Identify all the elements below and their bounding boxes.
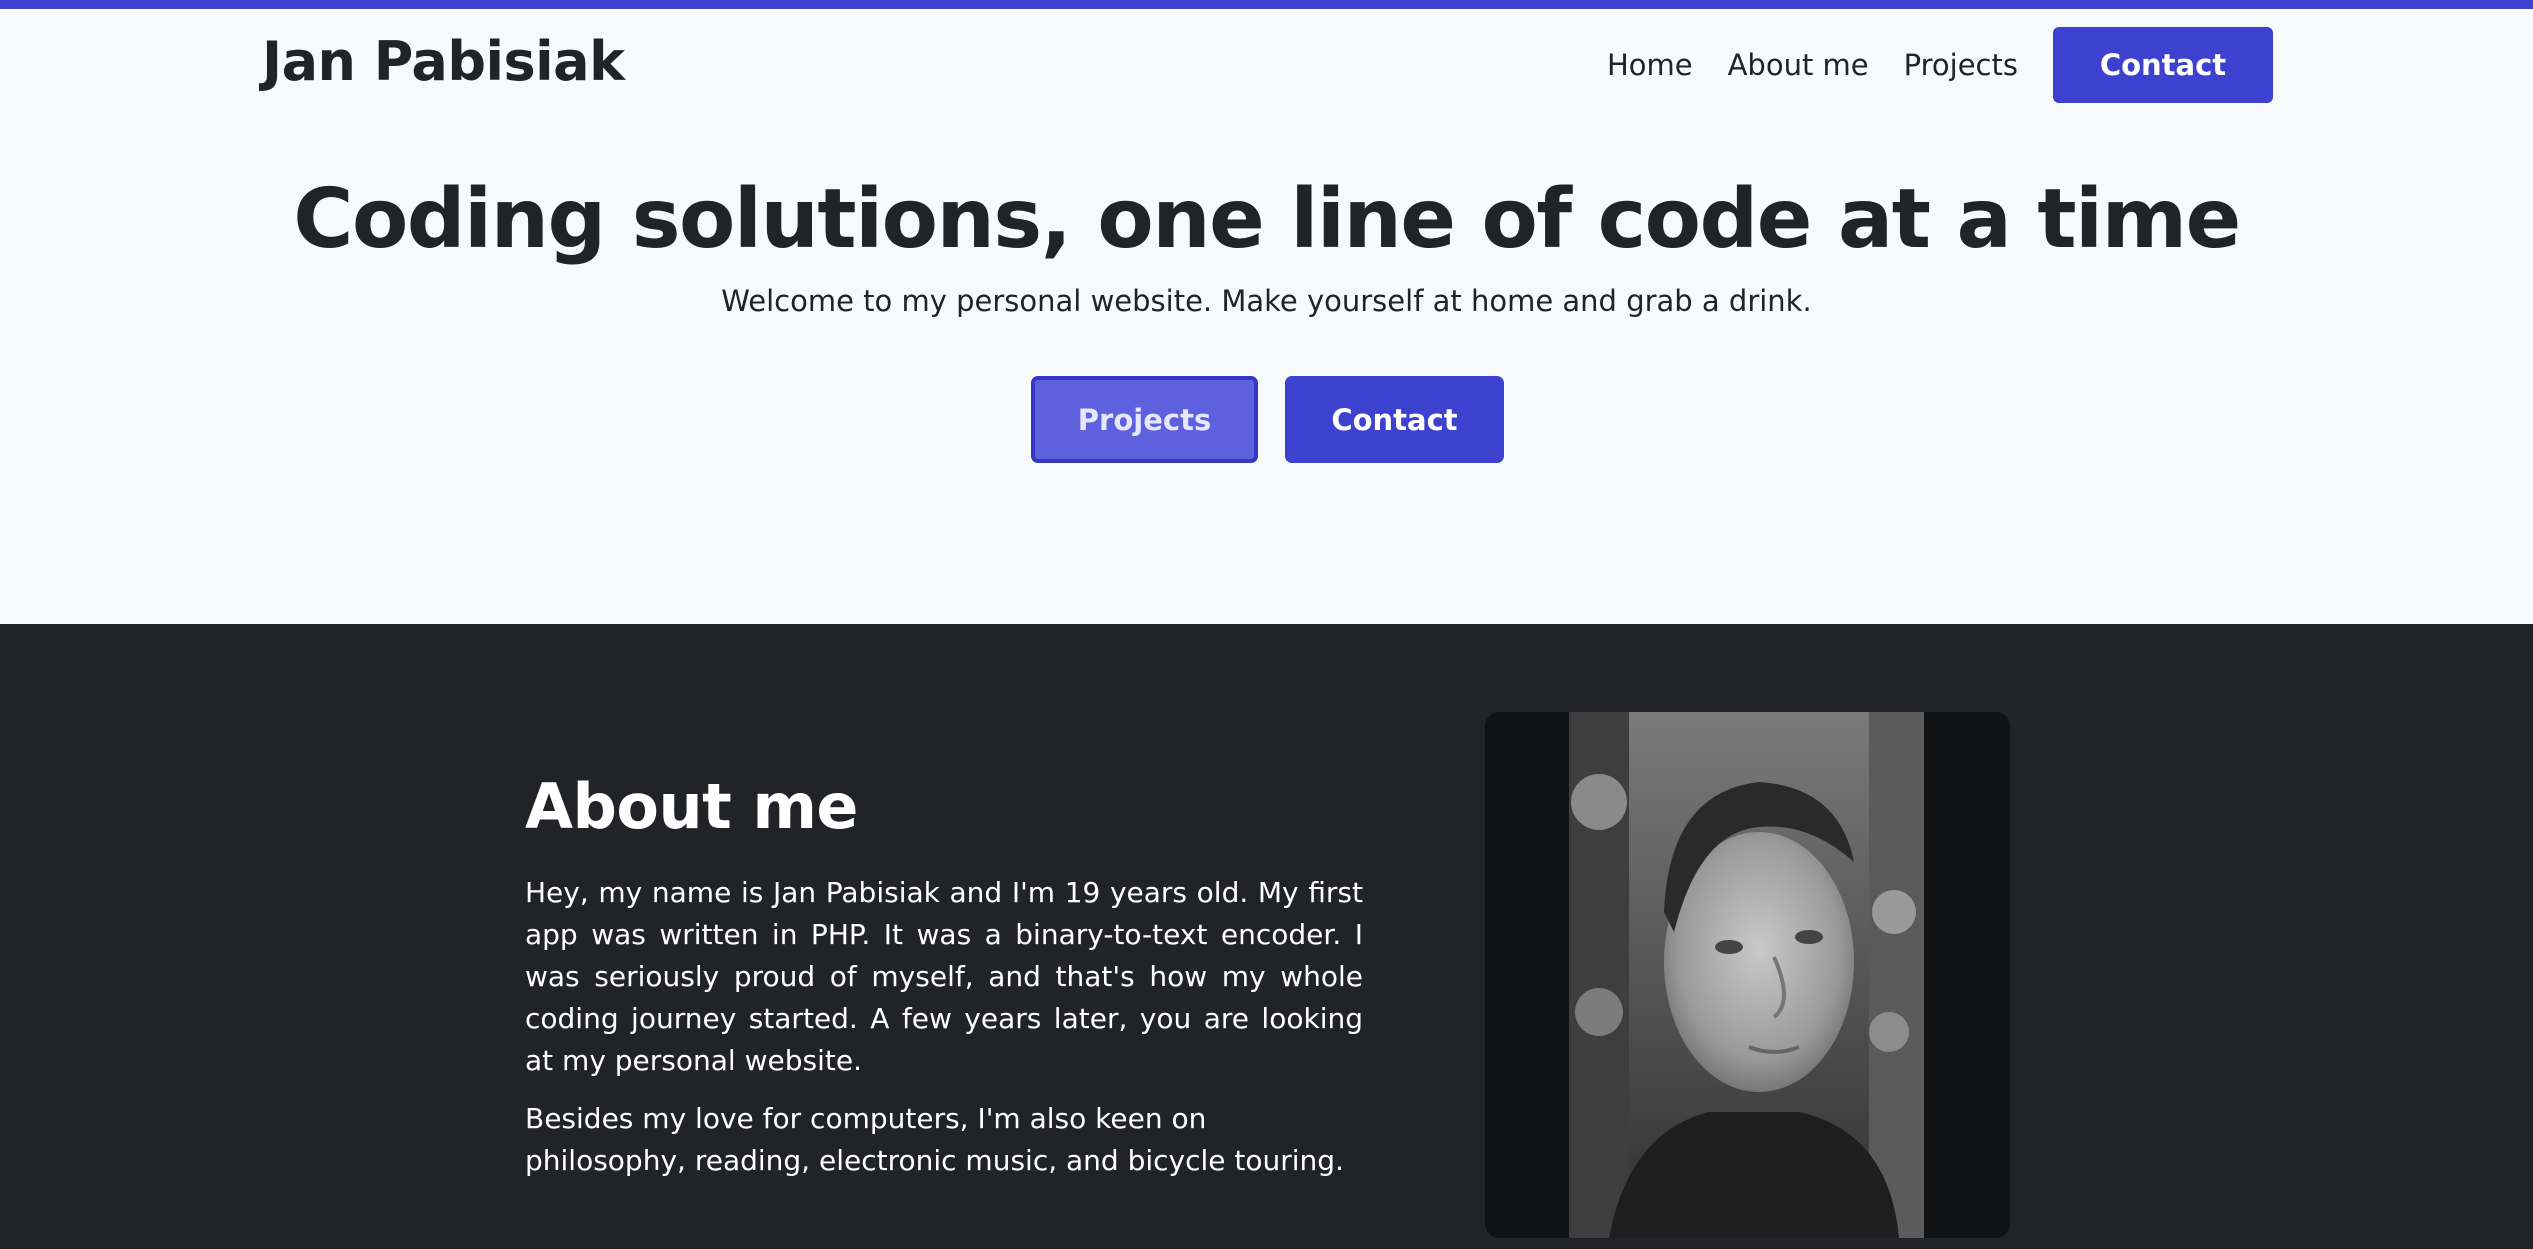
hero-buttons: Projects Contact: [1031, 376, 1504, 463]
profile-photo: [1569, 712, 1924, 1238]
about-title: About me: [525, 770, 858, 843]
about-paragraph-1: Hey, my name is Jan Pabisiak and I'm 19 …: [525, 876, 1363, 1077]
about-paragraph-2: Besides my love for computers, I'm also …: [525, 1102, 1344, 1177]
nav-projects-link[interactable]: Projects: [1904, 48, 2018, 82]
hero-contact-button[interactable]: Contact: [1285, 376, 1504, 463]
profile-photo-illustration: [1569, 712, 1924, 1238]
profile-photo-frame: [1485, 712, 2010, 1238]
top-accent-bar: [0, 0, 2533, 9]
hero-projects-button[interactable]: Projects: [1031, 376, 1258, 463]
nav-contact-button[interactable]: Contact: [2053, 27, 2273, 103]
main-nav: Home About me Projects Contact: [1607, 27, 2273, 103]
nav-about-link[interactable]: About me: [1728, 48, 1869, 82]
hero-subtitle: Welcome to my personal website. Make you…: [721, 284, 1812, 318]
site-brand[interactable]: Jan Pabisiak: [262, 30, 625, 93]
nav-home-link[interactable]: Home: [1607, 48, 1693, 82]
about-section: About me Hey, my name is Jan Pabisiak an…: [0, 624, 2533, 1249]
hero-title: Coding solutions, one line of code at a …: [293, 172, 2241, 267]
